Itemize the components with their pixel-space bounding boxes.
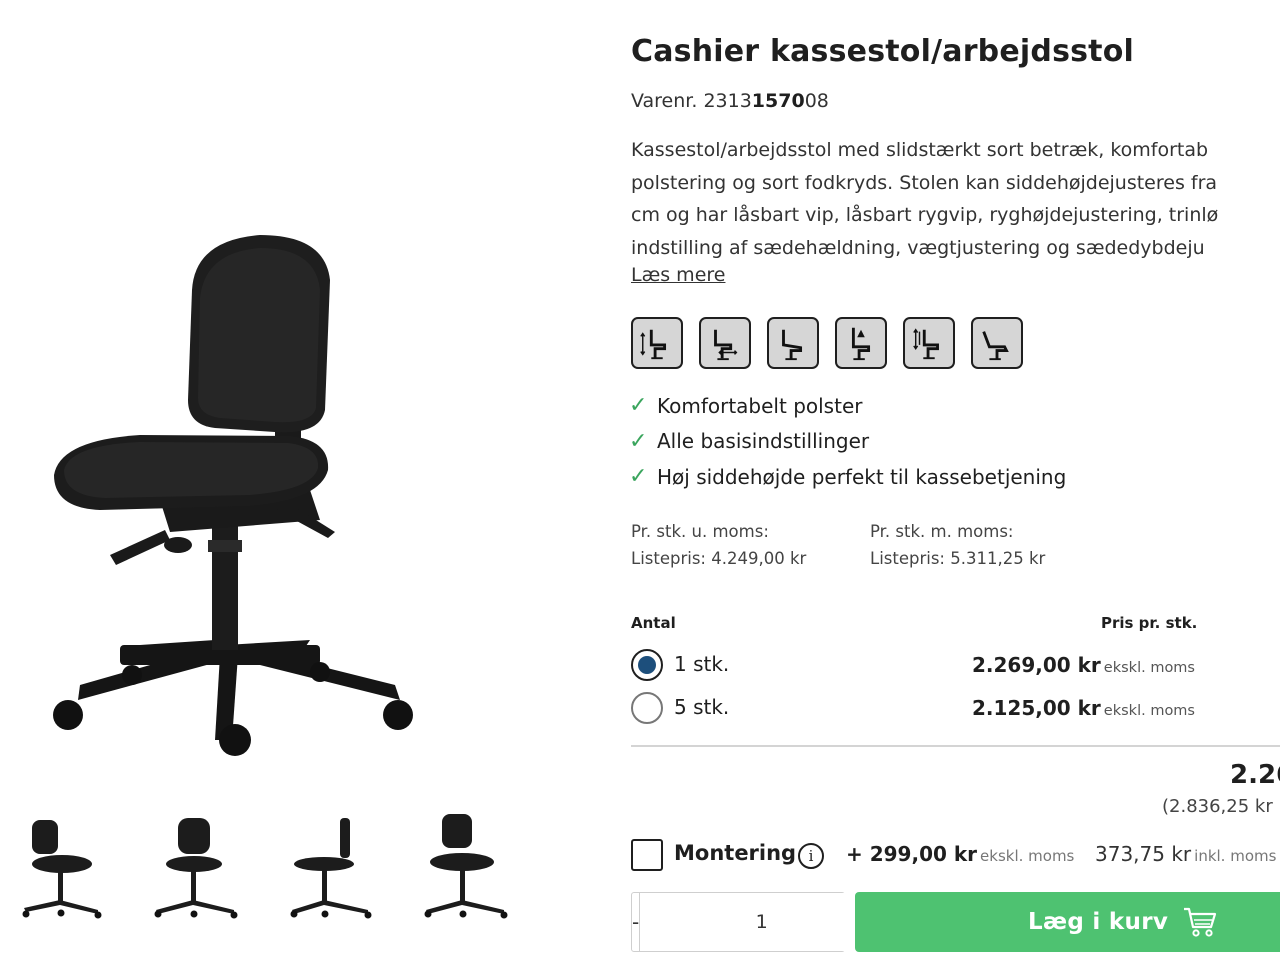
product-title: Cashier kassestol/arbejdsstol (631, 34, 1135, 69)
quantity-option-price: 2.125,00 kr ekskl. moms (972, 696, 1195, 720)
quantity-radio[interactable] (631, 692, 663, 724)
thumbnail-2[interactable] (148, 808, 248, 928)
check-icon: ✓ (631, 393, 648, 419)
mounting-checkbox[interactable] (631, 839, 663, 871)
description-line: indstilling af sædehældning, vægtjusteri… (631, 236, 1205, 259)
total-price-incl-vat: (2.836,25 kr ir (1162, 796, 1280, 817)
divider (631, 745, 1280, 747)
usp-item: ✓ Alle basisindstillinger (631, 424, 1066, 460)
list-price-incl-value: Listepris: 5.311,25 kr (870, 549, 1046, 568)
recline-icon[interactable] (971, 317, 1023, 369)
seat-height-icon[interactable] (631, 317, 683, 369)
description-line: Kassestol/arbejdsstol med slidstærkt sor… (631, 139, 1209, 161)
usp-text: Komfortabelt polster (657, 393, 863, 418)
sku-suffix: 08 (804, 90, 829, 112)
office-chair-image (53, 235, 413, 756)
quantity-radio-selected[interactable] (631, 649, 663, 681)
unit-price-heading: Pris pr. stk. (1101, 614, 1198, 632)
usp-text: Alle basisindstillinger (657, 429, 870, 454)
price-note: ekskl. moms (1103, 660, 1195, 676)
list-price-excl-vat: Pr. stk. u. moms: Listepris: 4.249,00 kr (631, 518, 806, 572)
check-icon: ✓ (631, 464, 648, 490)
quantity-option-label: 5 stk. (674, 695, 730, 719)
quantity-stepper: - + (631, 892, 901, 952)
price-note: ekskl. moms (1103, 703, 1195, 719)
description-line: cm og har låsbart vip, låsbart rygvip, r… (631, 204, 1219, 226)
thumbnail-4[interactable] (416, 808, 516, 928)
mounting-label: Montering (674, 841, 797, 865)
quantity-heading: Antal (631, 614, 676, 632)
usp-item: ✓ Komfortabelt polster (631, 388, 1066, 424)
total-price: 2.26 (1230, 760, 1280, 790)
add-to-cart-button[interactable]: Læg i kurv (855, 892, 1280, 952)
seat-depth-icon[interactable] (699, 317, 751, 369)
list-price-excl-heading: Pr. stk. u. moms: (631, 522, 769, 541)
sku-highlight: 1570 (751, 90, 805, 112)
check-icon: ✓ (631, 428, 648, 454)
info-icon[interactable]: i (798, 843, 824, 869)
price-value: 2.125,00 kr (971, 696, 1101, 720)
chair-side-thumbnail (290, 818, 372, 919)
quantity-option-5[interactable]: 5 stk. 2.125,00 kr ekskl. moms (631, 689, 1195, 729)
description-line: polstering og sort fodkryds. Stolen kan … (631, 171, 1218, 194)
usp-text: Høj siddehøjde perfekt til kassebetjenin… (657, 464, 1067, 489)
list-price-incl-heading: Pr. stk. m. moms: (870, 522, 1014, 541)
quantity-option-1[interactable]: 1 stk. 2.269,00 kr ekskl. moms (631, 646, 1195, 686)
feature-icons (631, 317, 1023, 369)
product-gallery (0, 0, 560, 960)
product-description: Kassestol/arbejdsstol med slidstærkt sor… (631, 134, 1280, 264)
read-more-link[interactable]: Læs mere (631, 264, 725, 286)
chair-front-thumbnail (22, 820, 102, 919)
seat-tilt-icon[interactable] (767, 317, 819, 369)
quantity-option-price: 2.269,00 kr ekskl. moms (972, 653, 1195, 677)
main-product-image[interactable] (20, 140, 540, 770)
price-value: 2.269,00 kr (971, 653, 1101, 677)
add-to-cart-label: Læg i kurv (1028, 909, 1169, 935)
list-price-excl-value: Listepris: 4.249,00 kr (631, 549, 807, 568)
list-price-incl-vat: Pr. stk. m. moms: Listepris: 5.311,25 kr (870, 518, 1045, 572)
mounting-price-incl-vat: 373,75 kr inkl. moms (1095, 842, 1276, 866)
price-value: + 299,00 kr (846, 842, 978, 866)
chair-angle-thumbnail (424, 814, 508, 919)
thumbnail-3[interactable] (282, 808, 382, 928)
price-note: inkl. moms (1194, 847, 1277, 865)
decrement-button[interactable]: - (632, 893, 639, 951)
usp-list: ✓ Komfortabelt polster ✓ Alle basisindstil… (631, 388, 1066, 495)
backrest-tilt-icon[interactable] (903, 317, 955, 369)
quantity-option-label: 1 stk. (674, 652, 730, 676)
quantity-input[interactable] (639, 893, 885, 951)
thumbnail-1[interactable] (14, 808, 114, 928)
chair-back-thumbnail (154, 818, 238, 919)
cart-icon (1184, 907, 1217, 937)
sku-prefix: Varenr. 2313 (631, 90, 752, 112)
mounting-option: Montering i + 299,00 kr ekskl. moms 373,7… (631, 838, 1280, 874)
usp-item: ✓ Høj siddehøjde perfekt til kassebetjeni… (631, 459, 1066, 495)
price-value: 373,75 kr (1095, 842, 1192, 866)
product-info: Cashier kassestol/arbejdsstol Varenr. 23… (631, 0, 1280, 960)
mounting-price: + 299,00 kr ekskl. moms (846, 842, 1074, 866)
product-sku: Varenr. 2313157008 (631, 90, 829, 112)
backrest-height-icon[interactable] (835, 317, 887, 369)
price-note: ekskl. moms (980, 847, 1075, 865)
